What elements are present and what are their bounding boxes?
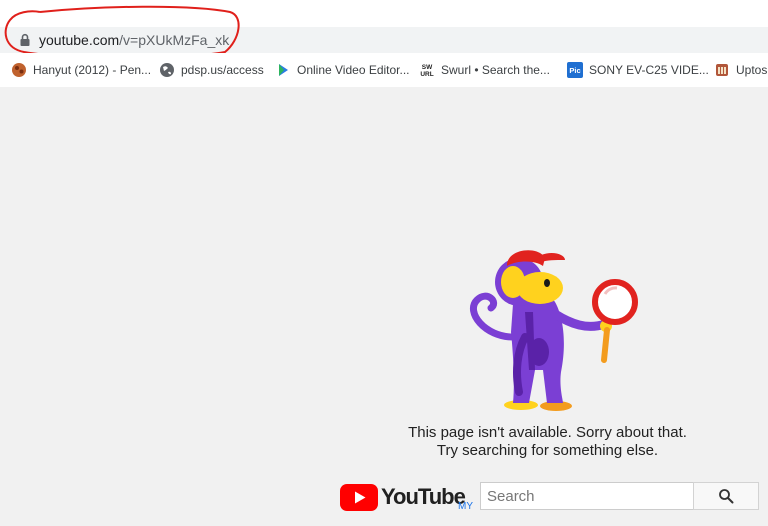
url-host: youtube.com bbox=[39, 32, 120, 48]
globe-icon bbox=[160, 63, 174, 77]
bookmark-label: Online Video Editor... bbox=[297, 63, 410, 77]
lock-icon bbox=[20, 33, 30, 46]
bookmark-label: Swurl • Search the... bbox=[441, 63, 550, 77]
youtube-wordmark: YouTube bbox=[381, 484, 466, 509]
bookmark-label: pdsp.us/access bbox=[181, 63, 264, 77]
browser-top-strip bbox=[0, 0, 768, 27]
bookmark-label: SONY EV-C25 VIDE... bbox=[589, 63, 709, 77]
search-button[interactable] bbox=[693, 482, 759, 510]
address-bar[interactable]: youtube.com/v=pXUkMzFa_xk bbox=[0, 27, 768, 53]
swurl-icon-text-top: SW bbox=[422, 64, 433, 71]
error-message-line2: Try searching for something else. bbox=[436, 442, 659, 459]
pic-icon-text: Pic bbox=[569, 66, 580, 75]
bookmark-label: Hanyut (2012) - Pen... bbox=[33, 63, 152, 77]
swurl-icon-text-bottom: URL bbox=[420, 71, 433, 78]
bookmark-hanyut[interactable]: Hanyut (2012) - Pen... bbox=[11, 61, 151, 79]
page-content: This page isn't available. Sorry about t… bbox=[0, 87, 768, 526]
search-icon bbox=[719, 489, 734, 504]
bookmark-uptos[interactable]: Uptos bbox=[714, 61, 767, 79]
error-message-line1: This page isn't available. Sorry about t… bbox=[408, 424, 687, 441]
bookmark-pdsp[interactable]: pdsp.us/access bbox=[159, 61, 264, 79]
pic-icon: Pic bbox=[567, 62, 583, 78]
swurl-icon: SW URL bbox=[420, 64, 433, 78]
youtube-logo[interactable]: YouTube MY bbox=[340, 483, 473, 512]
popcorn-icon bbox=[716, 64, 728, 76]
url-text[interactable]: youtube.com/v=pXUkMzFa_xk bbox=[39, 32, 229, 48]
url-path: /v=pXUkMzFa_xk bbox=[119, 32, 230, 48]
bookmark-video-editor[interactable]: Online Video Editor... bbox=[275, 61, 410, 79]
monkey-illustration bbox=[470, 250, 638, 411]
youtube-play-icon bbox=[340, 483, 378, 511]
bookmark-sony[interactable]: Pic SONY EV-C25 VIDE... bbox=[567, 61, 709, 79]
region-code: MY bbox=[458, 501, 473, 512]
play-icon bbox=[279, 64, 288, 76]
movie-icon bbox=[12, 63, 26, 77]
bookmarks-bar: Hanyut (2012) - Pen... pdsp.us/access On… bbox=[0, 53, 768, 88]
bookmark-label: Uptos bbox=[736, 63, 768, 77]
search-input[interactable] bbox=[480, 482, 694, 510]
bookmark-swurl[interactable]: SW URL Swurl • Search the... bbox=[419, 61, 550, 79]
